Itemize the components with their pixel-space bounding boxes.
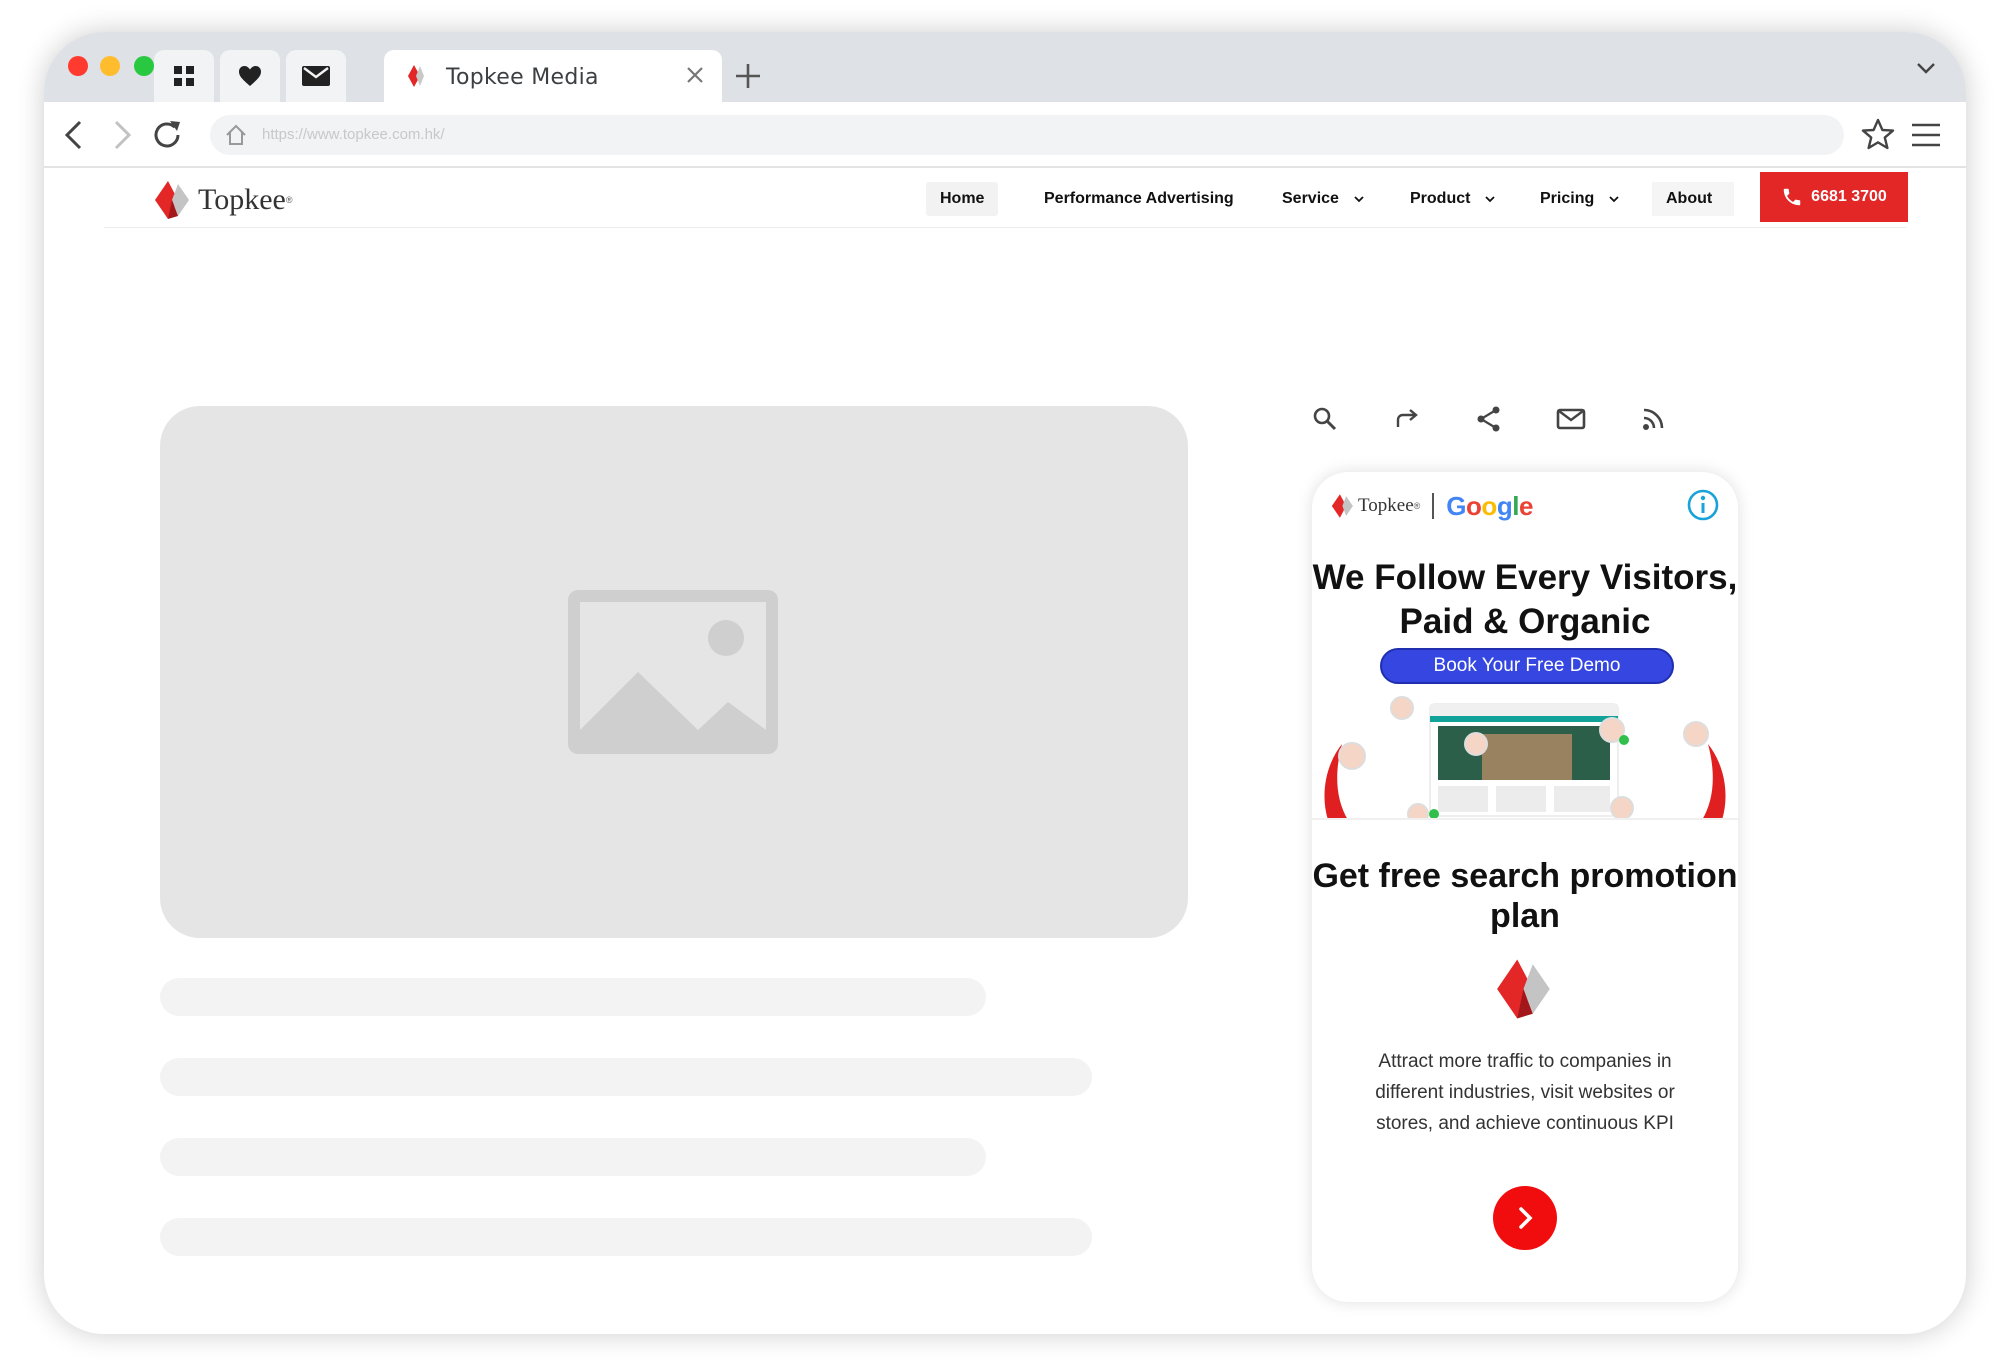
ad-brand-separator xyxy=(1432,493,1435,519)
nav-service-label: Service xyxy=(1282,190,1339,207)
text-placeholder-line xyxy=(160,978,986,1016)
apps-icon xyxy=(174,66,194,86)
image-icon xyxy=(568,590,778,754)
text-placeholder-line xyxy=(160,1218,1092,1256)
call-button[interactable]: 6681 3700 xyxy=(1760,172,1908,222)
chevron-down-icon xyxy=(1609,196,1619,203)
pinned-tab-apps[interactable] xyxy=(154,50,214,102)
favicon-topkee xyxy=(408,65,424,87)
pinned-tab-favorites[interactable] xyxy=(220,50,280,102)
nav-pricing[interactable]: Pricing xyxy=(1540,182,1620,216)
window-close-button[interactable] xyxy=(68,56,88,76)
topkee-logo-mark xyxy=(1331,494,1353,518)
star-icon[interactable] xyxy=(1860,117,1896,153)
tab-title: Topkee Media xyxy=(446,65,599,90)
logo-text: Topkee xyxy=(198,183,286,216)
book-demo-button[interactable]: Book Your Free Demo xyxy=(1380,648,1674,684)
ad-headline: We Follow Every Visitors, Paid & Organic xyxy=(1312,558,1738,641)
info-icon[interactable] xyxy=(1686,488,1720,522)
window-maximize-button[interactable] xyxy=(134,56,154,76)
nav-performance-label: Performance Advertising xyxy=(1044,190,1234,207)
text-placeholder-line xyxy=(160,1058,1092,1096)
nav-about-label: About xyxy=(1666,190,1713,207)
plus-icon[interactable] xyxy=(732,60,764,92)
menu-icon[interactable] xyxy=(1910,120,1942,150)
arrow-right-icon xyxy=(1519,1207,1533,1229)
ad-description: Attract more traffic to companies in dif… xyxy=(1375,1051,1675,1134)
search-icon[interactable] xyxy=(1310,404,1340,434)
nav-pricing-label: Pricing xyxy=(1540,190,1595,207)
ad-title: Get free search promotion plan xyxy=(1312,857,1738,935)
rss-icon[interactable] xyxy=(1638,404,1668,434)
ad-next-button[interactable] xyxy=(1493,1186,1557,1250)
chevron-down-icon[interactable] xyxy=(1914,56,1938,80)
ad-brand-row: Topkee ® Google xyxy=(1330,490,1533,522)
address-bar[interactable]: https://www.topkee.com.hk/ xyxy=(210,115,1844,155)
topkee-logo-mark xyxy=(1497,959,1550,1019)
pinned-tab-mail[interactable] xyxy=(286,50,346,102)
nav-product-label: Product xyxy=(1410,190,1471,207)
phone-icon xyxy=(1783,188,1801,206)
site-header: Topkee ® Home Performance Advertising Ser… xyxy=(104,170,1908,228)
text-placeholder-line xyxy=(160,1138,986,1176)
reload-icon[interactable] xyxy=(150,118,184,152)
chevron-down-icon xyxy=(1485,196,1496,203)
tab-strip: Topkee Media xyxy=(44,32,1966,102)
share-icon[interactable] xyxy=(1474,404,1504,434)
browser-window: Topkee Media https://www.topkee.com.hk/ … xyxy=(44,32,1966,1334)
ad-card[interactable]: Topkee ® Google We Follow Every Visitors,… xyxy=(1312,472,1738,1302)
chevron-down-icon xyxy=(1354,196,1364,203)
url-text[interactable]: https://www.topkee.com.hk/ xyxy=(262,126,445,143)
ad-brand-topkee: Topkee xyxy=(1358,495,1414,516)
ad-brand-registered-mark: ® xyxy=(1413,501,1421,511)
forward-share-icon[interactable] xyxy=(1392,404,1422,434)
mail-icon xyxy=(302,66,330,86)
site-logo[interactable]: Topkee ® xyxy=(152,180,293,220)
web-page: Topkee ® Home Performance Advertising Ser… xyxy=(44,170,1966,1334)
nav-about[interactable]: About xyxy=(1652,182,1735,216)
ad-illustration xyxy=(1312,696,1738,820)
window-minimize-button[interactable] xyxy=(100,56,120,76)
back-icon[interactable] xyxy=(58,118,92,152)
image-placeholder xyxy=(160,406,1188,938)
heart-icon xyxy=(239,66,261,86)
topkee-logo-mark xyxy=(155,181,189,219)
nav-service[interactable]: Service xyxy=(1282,182,1365,216)
nav-performance-advertising[interactable]: Performance Advertising xyxy=(1044,182,1234,216)
ad-banner[interactable]: Topkee ® Google We Follow Every Visitors,… xyxy=(1312,472,1738,820)
home-icon[interactable] xyxy=(224,123,248,147)
nav-home[interactable]: Home xyxy=(926,182,999,216)
browser-toolbar: https://www.topkee.com.hk/ xyxy=(44,102,1966,168)
close-icon[interactable] xyxy=(682,62,708,88)
mail-icon[interactable] xyxy=(1556,404,1586,434)
nav-home-label: Home xyxy=(940,190,985,207)
google-logo: Google xyxy=(1446,490,1533,521)
tab-topkee-media[interactable]: Topkee Media xyxy=(384,50,722,102)
forward-icon[interactable] xyxy=(104,118,138,152)
nav-product[interactable]: Product xyxy=(1410,182,1496,216)
logo-registered-mark: ® xyxy=(285,195,293,205)
phone-number: 6681 3700 xyxy=(1811,188,1887,205)
